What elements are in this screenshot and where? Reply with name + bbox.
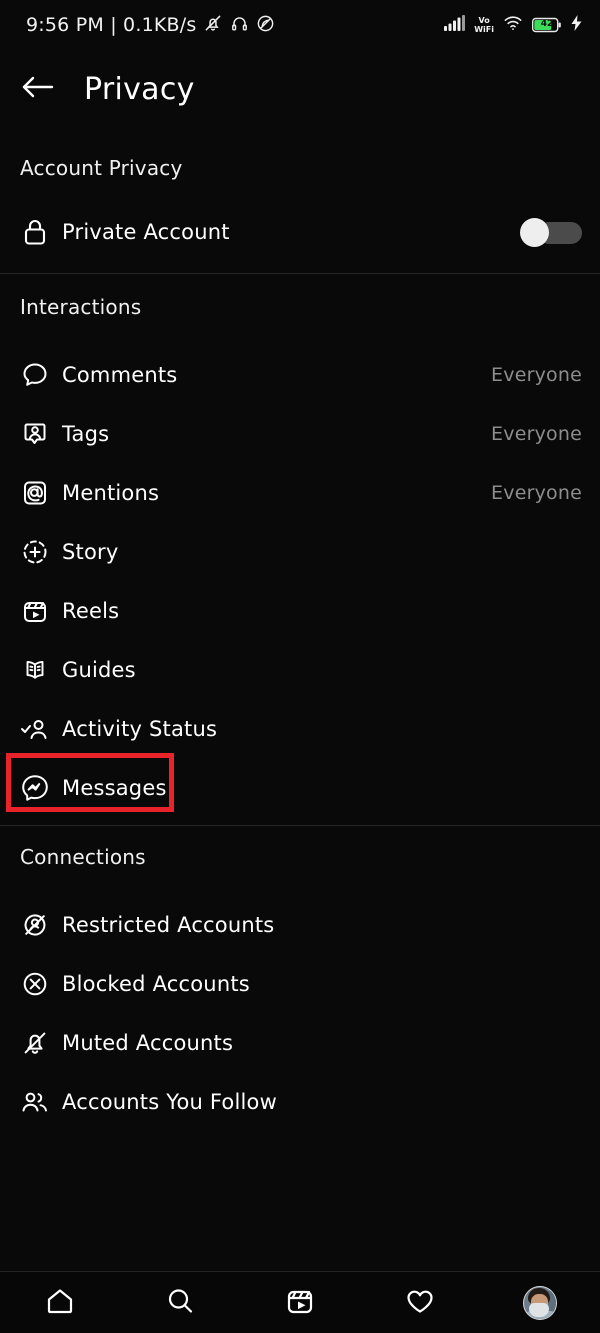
status-bar: 9:56 PM | 0.1KB/s Vo WiFi 42 bbox=[0, 0, 600, 50]
page-title: Privacy bbox=[84, 71, 195, 107]
row-label-guides: Guides bbox=[62, 657, 136, 682]
bell-mute-icon bbox=[203, 13, 223, 37]
row-messages[interactable]: Messages bbox=[0, 758, 600, 817]
wifi-icon bbox=[503, 15, 523, 35]
row-value-comments: Everyone bbox=[491, 363, 582, 386]
status-clock: 9:56 PM | 0.1KB/s bbox=[26, 14, 197, 36]
section-connections: Connections Restricted Accounts Blocked … bbox=[0, 821, 600, 1131]
reels-icon bbox=[284, 1285, 316, 1321]
row-value-tags: Everyone bbox=[491, 422, 582, 445]
row-activity-status[interactable]: Activity Status bbox=[0, 699, 600, 758]
row-value-mentions: Everyone bbox=[491, 481, 582, 504]
bottom-navigation-bar bbox=[0, 1271, 600, 1333]
status-bar-left: 9:56 PM | 0.1KB/s bbox=[26, 13, 275, 37]
row-comments[interactable]: Comments Everyone bbox=[0, 345, 600, 404]
blocked-account-icon bbox=[20, 969, 50, 999]
private-account-toggle[interactable] bbox=[520, 217, 582, 247]
nav-item-reels[interactable] bbox=[270, 1277, 330, 1329]
charging-bolt-icon bbox=[571, 15, 582, 35]
row-story[interactable]: Story bbox=[0, 522, 600, 581]
row-label-tags: Tags bbox=[62, 421, 110, 446]
accounts-you-follow-icon bbox=[20, 1087, 50, 1117]
section-account-privacy: Account Privacy Private Account bbox=[0, 128, 600, 274]
section-header-interactions: Interactions bbox=[20, 295, 142, 319]
back-button[interactable] bbox=[10, 61, 66, 117]
row-label-blocked-accounts: Blocked Accounts bbox=[62, 971, 250, 996]
row-label-comments: Comments bbox=[62, 362, 178, 387]
row-label-restricted-accounts: Restricted Accounts bbox=[62, 912, 275, 937]
home-icon bbox=[44, 1285, 76, 1321]
activity-status-icon bbox=[20, 714, 50, 744]
section-header-account-privacy: Account Privacy bbox=[20, 156, 183, 180]
comment-bubble-icon bbox=[20, 360, 50, 390]
row-private-account[interactable]: Private Account bbox=[0, 202, 600, 261]
row-blocked-accounts[interactable]: Blocked Accounts bbox=[0, 954, 600, 1013]
nav-item-home[interactable] bbox=[30, 1277, 90, 1329]
toggle-knob bbox=[520, 217, 549, 247]
battery-icon: 42 bbox=[531, 17, 562, 33]
story-plus-icon bbox=[20, 537, 50, 567]
messenger-icon bbox=[20, 773, 50, 803]
row-tags[interactable]: Tags Everyone bbox=[0, 404, 600, 463]
app-bar: Privacy bbox=[0, 50, 600, 128]
row-label-muted-accounts: Muted Accounts bbox=[62, 1030, 234, 1055]
dnd-icon bbox=[256, 14, 275, 37]
search-icon bbox=[164, 1285, 196, 1321]
row-label-accounts-you-follow: Accounts You Follow bbox=[62, 1089, 277, 1114]
vowifi-icon: Vo WiFi bbox=[474, 16, 494, 34]
nav-item-activity[interactable] bbox=[390, 1277, 450, 1329]
row-label-messages: Messages bbox=[62, 775, 167, 800]
avatar-face-mask bbox=[529, 1302, 549, 1317]
row-accounts-you-follow[interactable]: Accounts You Follow bbox=[0, 1072, 600, 1131]
tag-person-icon bbox=[20, 419, 50, 449]
guides-book-icon bbox=[20, 655, 50, 685]
profile-avatar bbox=[523, 1285, 557, 1320]
phone-screen: 9:56 PM | 0.1KB/s Vo WiFi 42 Privacy Acc… bbox=[0, 0, 600, 1333]
heart-icon bbox=[404, 1285, 436, 1321]
row-label-mentions: Mentions bbox=[62, 480, 160, 505]
nav-item-search[interactable] bbox=[150, 1277, 210, 1329]
row-muted-accounts[interactable]: Muted Accounts bbox=[0, 1013, 600, 1072]
back-arrow-icon bbox=[21, 74, 55, 104]
row-label-private-account: Private Account bbox=[62, 219, 230, 244]
row-reels[interactable]: Reels bbox=[0, 581, 600, 640]
vowifi-label-bottom: WiFi bbox=[474, 25, 494, 34]
signal-bars-icon bbox=[444, 15, 466, 35]
row-label-activity-status: Activity Status bbox=[62, 716, 218, 741]
row-mentions[interactable]: Mentions Everyone bbox=[0, 463, 600, 522]
row-guides[interactable]: Guides bbox=[0, 640, 600, 699]
section-header-connections: Connections bbox=[20, 845, 146, 869]
lock-icon bbox=[20, 217, 50, 247]
reels-clapper-icon bbox=[20, 596, 50, 626]
row-label-reels: Reels bbox=[62, 598, 120, 623]
muted-bell-icon bbox=[20, 1028, 50, 1058]
at-mention-icon bbox=[20, 478, 50, 508]
row-restricted-accounts[interactable]: Restricted Accounts bbox=[0, 895, 600, 954]
section-interactions: Interactions Comments Everyone Tags Ever… bbox=[0, 271, 600, 826]
status-bar-right: Vo WiFi 42 bbox=[444, 15, 582, 35]
nav-item-profile[interactable] bbox=[510, 1277, 570, 1329]
row-label-story: Story bbox=[62, 539, 119, 564]
vowifi-label-top: Vo bbox=[478, 16, 490, 25]
battery-level-text: 42 bbox=[540, 19, 554, 29]
restricted-account-icon bbox=[20, 910, 50, 940]
headphones-icon bbox=[230, 14, 249, 37]
